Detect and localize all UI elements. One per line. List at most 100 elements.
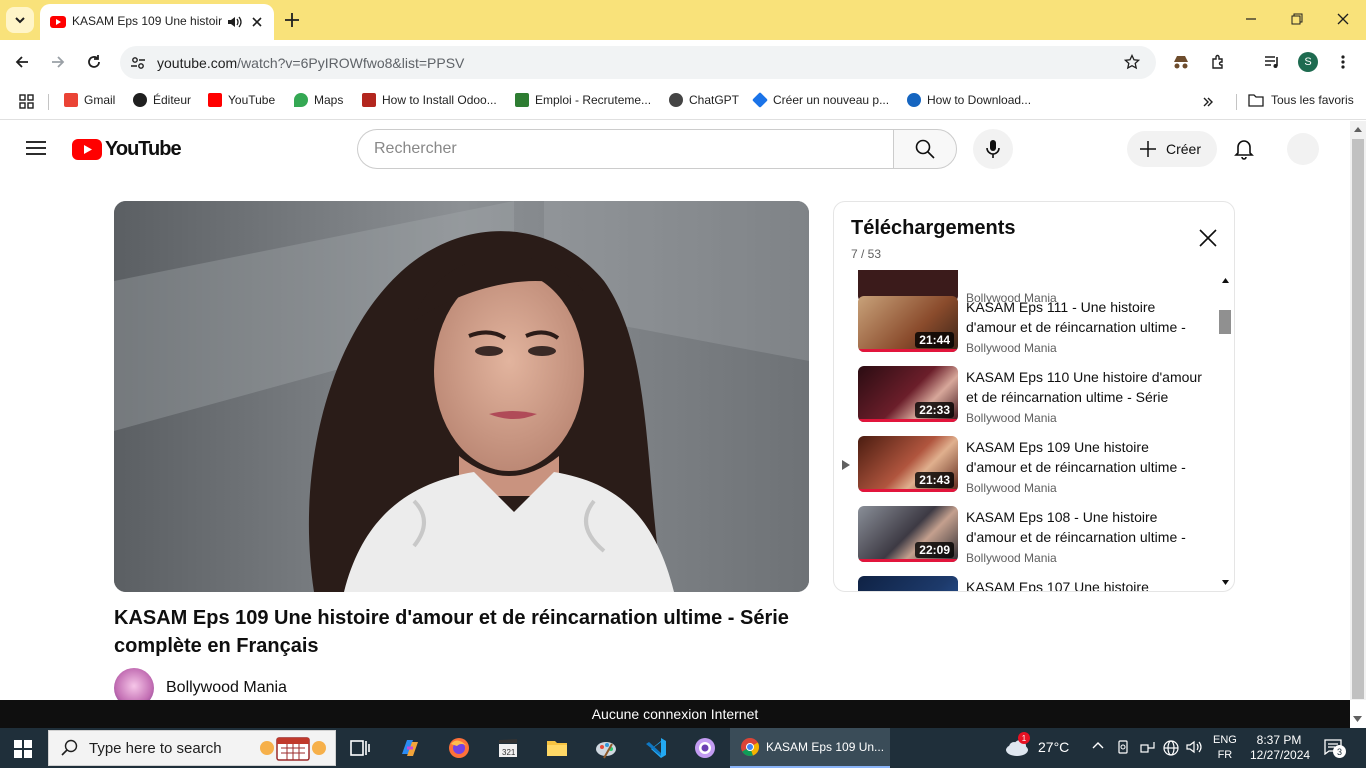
clapper-app-icon[interactable]: 321 <box>496 736 520 760</box>
firefox-icon[interactable] <box>447 736 471 760</box>
more-bookmarks-chevron-icon[interactable] <box>1202 96 1214 108</box>
input-language-indicator[interactable]: ENG FR <box>1213 733 1237 763</box>
copilot-icon[interactable] <box>398 736 422 760</box>
channel-name[interactable]: Bollywood Mania <box>166 679 287 697</box>
bookmark-chatgpt[interactable]: ChatGPT <box>669 93 739 107</box>
plus-icon <box>1140 141 1156 157</box>
bookmark-star-icon[interactable] <box>1124 54 1140 70</box>
editeur-icon <box>133 93 147 107</box>
extensions-puzzle-icon[interactable] <box>1210 54 1226 70</box>
windows-taskbar: Type here to search 321 KASAM Eps 109 Un… <box>0 728 1366 768</box>
all-bookmarks-folder[interactable]: Tous les favoris <box>1248 93 1354 107</box>
calendar-illustration-icon <box>260 737 326 761</box>
globe-no-internet-icon[interactable] <box>1163 740 1179 756</box>
playlist-item-channel: Bollywood Mania <box>966 341 1057 355</box>
video-duration: 22:09 <box>915 542 954 558</box>
minimize-window-icon[interactable] <box>1244 12 1258 26</box>
bookmark-odoo[interactable]: How to Install Odoo... <box>362 93 497 107</box>
playlist-title[interactable]: Téléchargements <box>851 217 1016 240</box>
close-playlist-icon[interactable] <box>1198 228 1218 248</box>
playlist-item-channel: Bollywood Mania <box>966 411 1057 425</box>
scroll-down-arrow-icon[interactable] <box>1353 716 1362 722</box>
playlist-thumbnail: 22:33 <box>858 366 958 422</box>
restore-window-icon[interactable] <box>1290 12 1304 26</box>
browser-menu-icon[interactable] <box>1340 54 1346 70</box>
url-text: youtube.com/watch?v=6PyIROWfwo8&list=PPS… <box>157 55 465 71</box>
bookmark-how-to-download[interactable]: How to Download... <box>907 93 1031 107</box>
playlist-item-title: KASAM Eps 108 - Une histoire d'amour et … <box>966 509 1186 545</box>
media-controls-icon[interactable] <box>1264 54 1280 70</box>
incognito-extension-icon[interactable] <box>1172 54 1190 70</box>
windows-start-icon[interactable] <box>14 740 32 758</box>
bookmark-emploi[interactable]: Emploi - Recruteme... <box>515 93 651 107</box>
search-button[interactable] <box>893 129 957 169</box>
bookmark-creer[interactable]: Créer un nouveau p... <box>752 92 889 108</box>
video-player[interactable] <box>114 201 809 592</box>
hamburger-menu-icon[interactable] <box>26 140 46 156</box>
weather-alert-badge: 1 <box>1018 732 1030 744</box>
create-button[interactable]: Créer <box>1127 131 1217 167</box>
bookmark-youtube[interactable]: YouTube <box>208 93 275 107</box>
close-tab-icon[interactable] <box>250 15 264 29</box>
close-window-icon[interactable] <box>1336 12 1350 26</box>
show-hidden-icons-chevron-icon[interactable] <box>1092 740 1104 752</box>
playlist-item-title: KASAM Eps 109 Une histoire d'amour et de… <box>966 439 1186 475</box>
youtube-favicon-icon <box>50 16 66 28</box>
scroll-down-arrow-icon[interactable] <box>1222 580 1229 585</box>
site-settings-icon[interactable] <box>130 55 146 71</box>
playlist-item[interactable]: 21:44 KASAM Eps 111 - Une histoire d'amo… <box>834 296 1218 366</box>
vscode-icon[interactable] <box>644 736 668 760</box>
tray-network-adapter-icon[interactable] <box>1140 740 1156 754</box>
bookmark-maps[interactable]: Maps <box>294 93 343 107</box>
bookmarks-bar: Gmail Éditeur YouTube Maps How to Instal… <box>0 84 1366 120</box>
account-avatar[interactable] <box>1287 133 1319 165</box>
voice-search-button[interactable] <box>973 129 1013 169</box>
video-duration: 21:43 <box>915 472 954 488</box>
gmail-icon <box>64 93 78 107</box>
media-app-icon[interactable] <box>693 736 717 760</box>
youtube-icon <box>208 93 222 107</box>
page-scrollbar-thumb[interactable] <box>1352 139 1364 699</box>
tab-search-button[interactable] <box>6 7 34 33</box>
taskbar-search-input[interactable]: Type here to search <box>48 730 336 766</box>
odoo-site-icon <box>362 93 376 107</box>
playlist-item[interactable]: 22:33 KASAM Eps 110 Une histoire d'amour… <box>834 366 1218 436</box>
playlist-item[interactable]: 22:09 KASAM Eps 108 - Une histoire d'amo… <box>834 506 1218 576</box>
forward-arrow-icon[interactable] <box>50 54 66 70</box>
volume-icon[interactable] <box>1186 740 1204 754</box>
apps-grid-icon[interactable] <box>19 94 34 109</box>
watched-progress-bar <box>858 559 958 562</box>
painting-app-icon[interactable] <box>594 736 618 760</box>
file-explorer-icon[interactable] <box>545 736 569 760</box>
youtube-logo[interactable]: YouTube <box>72 138 182 161</box>
taskbar-chrome-window[interactable]: KASAM Eps 109 Un... <box>730 728 890 768</box>
address-bar[interactable]: youtube.com/watch?v=6PyIROWfwo8&list=PPS… <box>120 46 1156 79</box>
chevron-down-icon <box>15 17 25 24</box>
back-arrow-icon[interactable] <box>14 54 30 70</box>
task-view-icon[interactable] <box>348 736 372 760</box>
profile-avatar[interactable]: S <box>1298 52 1318 72</box>
video-duration: 21:44 <box>915 332 954 348</box>
notifications-bell-icon[interactable] <box>1234 138 1254 160</box>
video-frame-image <box>114 201 809 592</box>
speaker-icon[interactable] <box>226 14 242 30</box>
playlist-panel: Téléchargements 7 / 53 Bollywood Mania 2… <box>833 201 1235 592</box>
taskbar-clock[interactable]: 8:37 PM 12/27/2024 <box>1250 733 1310 763</box>
page-scrollbar[interactable] <box>1350 121 1366 700</box>
scroll-up-arrow-icon[interactable] <box>1222 278 1229 283</box>
playlist-item-current[interactable]: 21:43 KASAM Eps 109 Une histoire d'amour… <box>834 436 1218 506</box>
browser-tab-active[interactable]: KASAM Eps 109 Une histoir <box>40 4 274 40</box>
bookmark-gmail[interactable]: Gmail <box>64 93 115 107</box>
bookmark-editeur[interactable]: Éditeur <box>133 93 191 107</box>
playlist-scrollbar[interactable] <box>1218 270 1234 591</box>
reload-icon[interactable] <box>86 54 102 70</box>
playlist-scrollbar-thumb[interactable] <box>1219 310 1231 334</box>
playlist-thumbnail: 21:43 <box>858 436 958 492</box>
scroll-up-arrow-icon[interactable] <box>1354 126 1362 132</box>
new-tab-plus-icon[interactable] <box>282 10 302 30</box>
weather-widget[interactable]: 1 27°C <box>1004 732 1069 758</box>
notification-center-button[interactable]: 3 <box>1324 739 1346 758</box>
playlist-item[interactable]: KASAM Eps 107 Une histoire <box>834 576 1218 591</box>
search-input[interactable]: Rechercher <box>357 129 893 169</box>
tray-device-icon[interactable] <box>1116 740 1130 754</box>
